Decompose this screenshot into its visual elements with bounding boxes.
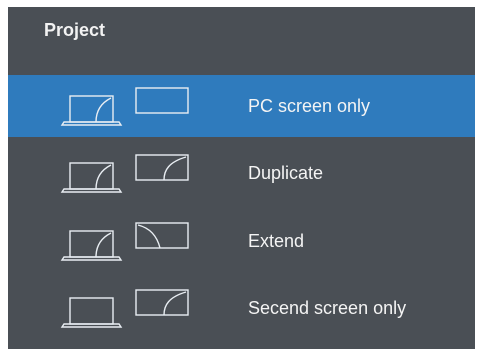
extend-icon	[56, 210, 196, 272]
option-label: Secend screen only	[248, 298, 407, 318]
option-extend[interactable]: Extend	[8, 210, 475, 272]
panel-title: Project	[44, 20, 106, 40]
pc-screen-only-icon	[56, 75, 196, 137]
duplicate-icon	[56, 142, 196, 204]
second-screen-only-icon	[56, 277, 196, 339]
option-label: Duplicate	[248, 163, 324, 183]
option-label: Extend	[248, 231, 305, 251]
option-second-screen-only[interactable]: Secend screen only	[8, 277, 475, 339]
option-label: PC screen only	[248, 96, 371, 116]
option-pc-screen-only[interactable]: PC screen only	[8, 75, 475, 137]
project-panel: Project PC screen only Duplicate Extend …	[8, 7, 475, 349]
option-duplicate[interactable]: Duplicate	[8, 142, 475, 204]
